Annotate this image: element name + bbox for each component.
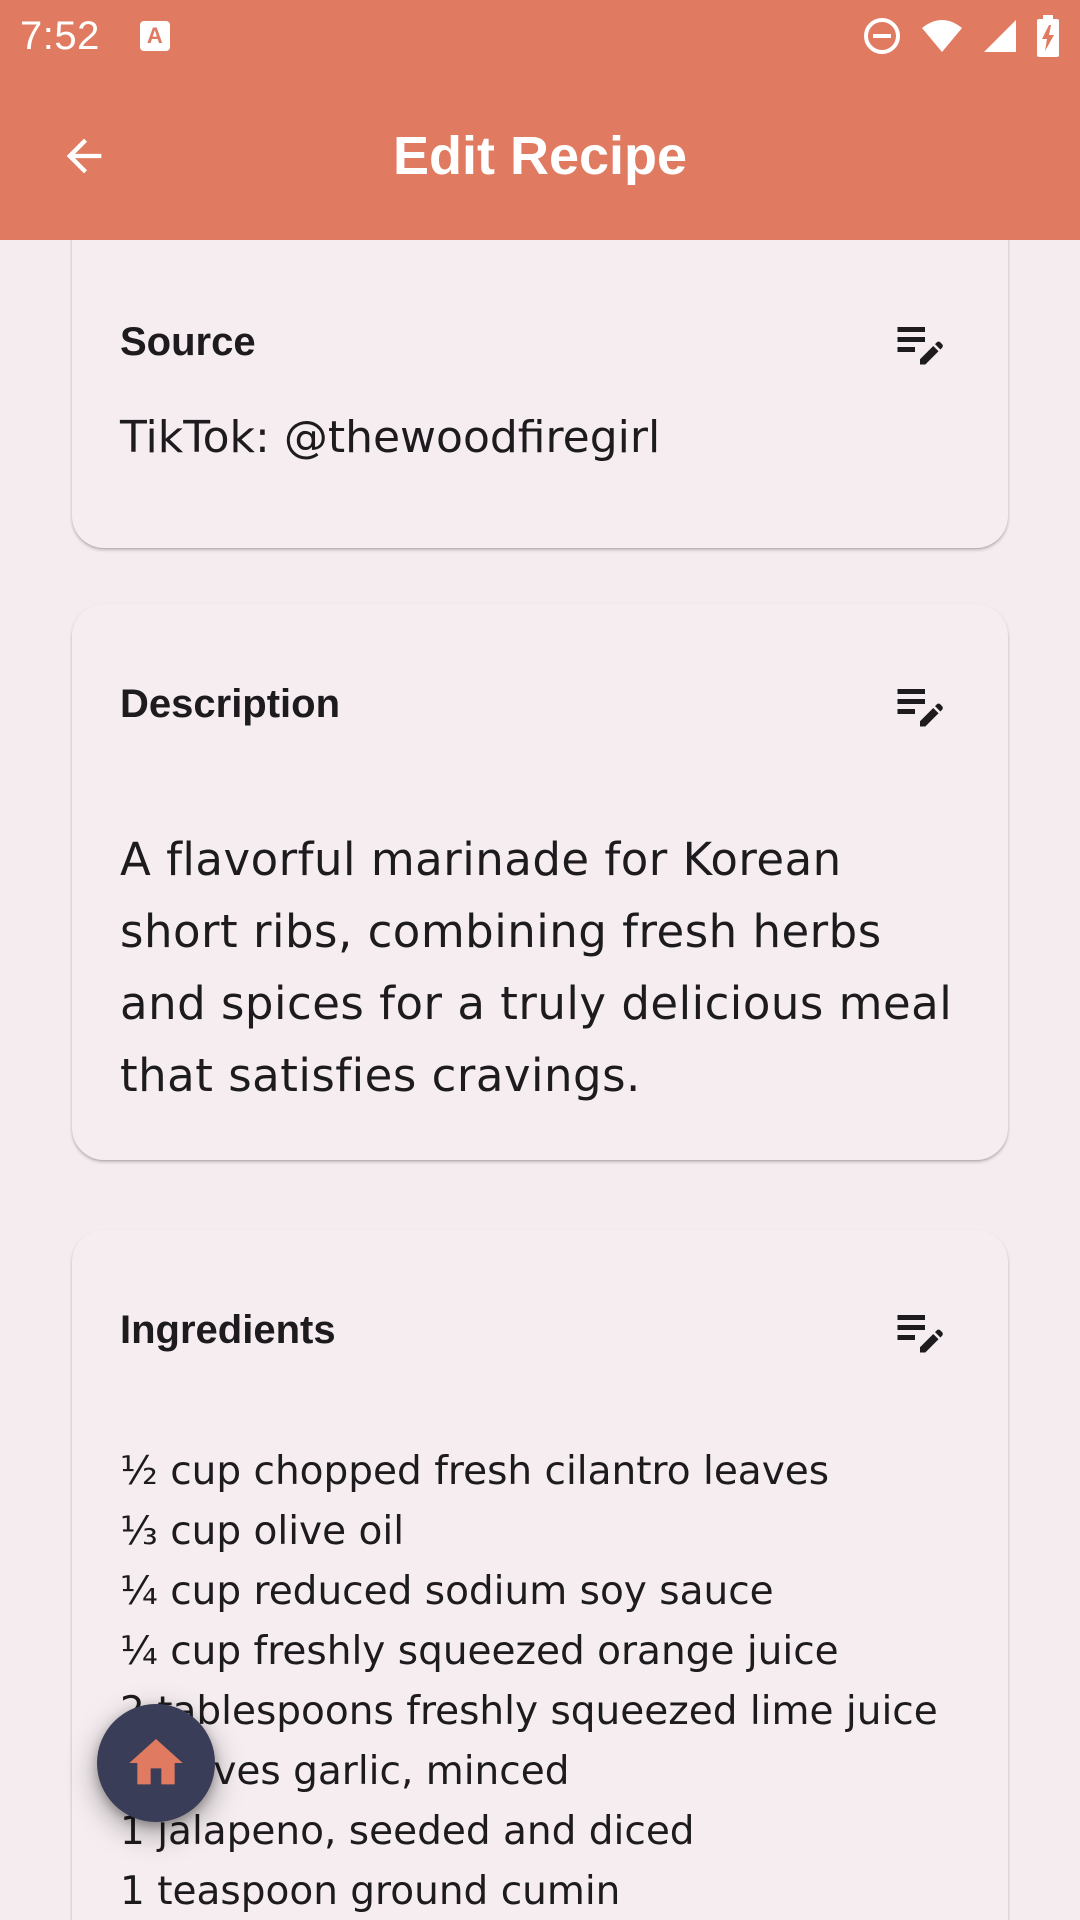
back-button[interactable] <box>44 116 124 196</box>
edit-description-button[interactable] <box>880 664 960 744</box>
ingredients-title: Ingredients <box>120 1307 336 1352</box>
ingredient-item: 4 cloves garlic, minced <box>120 1749 570 1794</box>
ingredient-item: ¼ cup reduced sodium soy sauce <box>120 1569 774 1614</box>
app-bar: Edit Recipe <box>0 72 1080 240</box>
a-icon: A <box>139 21 170 51</box>
edit-note-icon <box>897 1315 943 1353</box>
ingredients-list: ½ cup chopped fresh cilantro leaves ⅓ cu… <box>120 1442 968 1920</box>
source-title: Source <box>120 319 256 364</box>
status-icons <box>862 15 1060 57</box>
source-value: TikTok: @thewoodfiregirl <box>120 412 661 463</box>
edit-ingredients-button[interactable] <box>880 1290 960 1370</box>
do-not-disturb-icon <box>864 18 900 54</box>
home-icon <box>129 1739 183 1785</box>
edit-note-icon <box>897 327 943 365</box>
ingredient-item: 1 teaspoon ground cumin <box>120 1869 621 1914</box>
status-bar: 7:52 A <box>0 0 1080 72</box>
edit-source-button[interactable] <box>880 302 960 382</box>
ingredient-item: ¼ cup freshly squeezed orange juice <box>120 1629 839 1674</box>
ingredients-card: Ingredients ½ cup chopped fresh cilantro… <box>72 1230 1008 1920</box>
ingredient-item: 2 tablespoons freshly squeezed lime juic… <box>120 1689 938 1734</box>
ingredient-item: 1 jalapeno, seeded and diced <box>120 1809 695 1854</box>
description-card: Description A flavorful marinade for Kor… <box>72 604 1008 1160</box>
wifi-icon <box>922 20 962 52</box>
status-time: 7:52 <box>20 13 100 58</box>
source-card: Source TikTok: @thewoodfiregirl <box>72 240 1008 548</box>
arrow-back-icon <box>66 138 102 174</box>
home-button[interactable] <box>97 1704 215 1822</box>
description-title: Description <box>120 681 341 726</box>
description-value: A flavorful marinade for Korean short ri… <box>120 833 953 1102</box>
ingredient-item: ⅓ cup olive oil <box>120 1509 405 1554</box>
ingredient-item: ½ cup chopped fresh cilantro leaves <box>120 1449 830 1494</box>
battery-charging-icon <box>1037 15 1059 57</box>
signal-icon <box>984 20 1016 52</box>
recipe-form[interactable]: Source TikTok: @thewoodfiregirl Descript… <box>0 240 1080 1920</box>
edit-note-icon <box>897 689 943 727</box>
page-title: Edit Recipe <box>392 126 688 186</box>
